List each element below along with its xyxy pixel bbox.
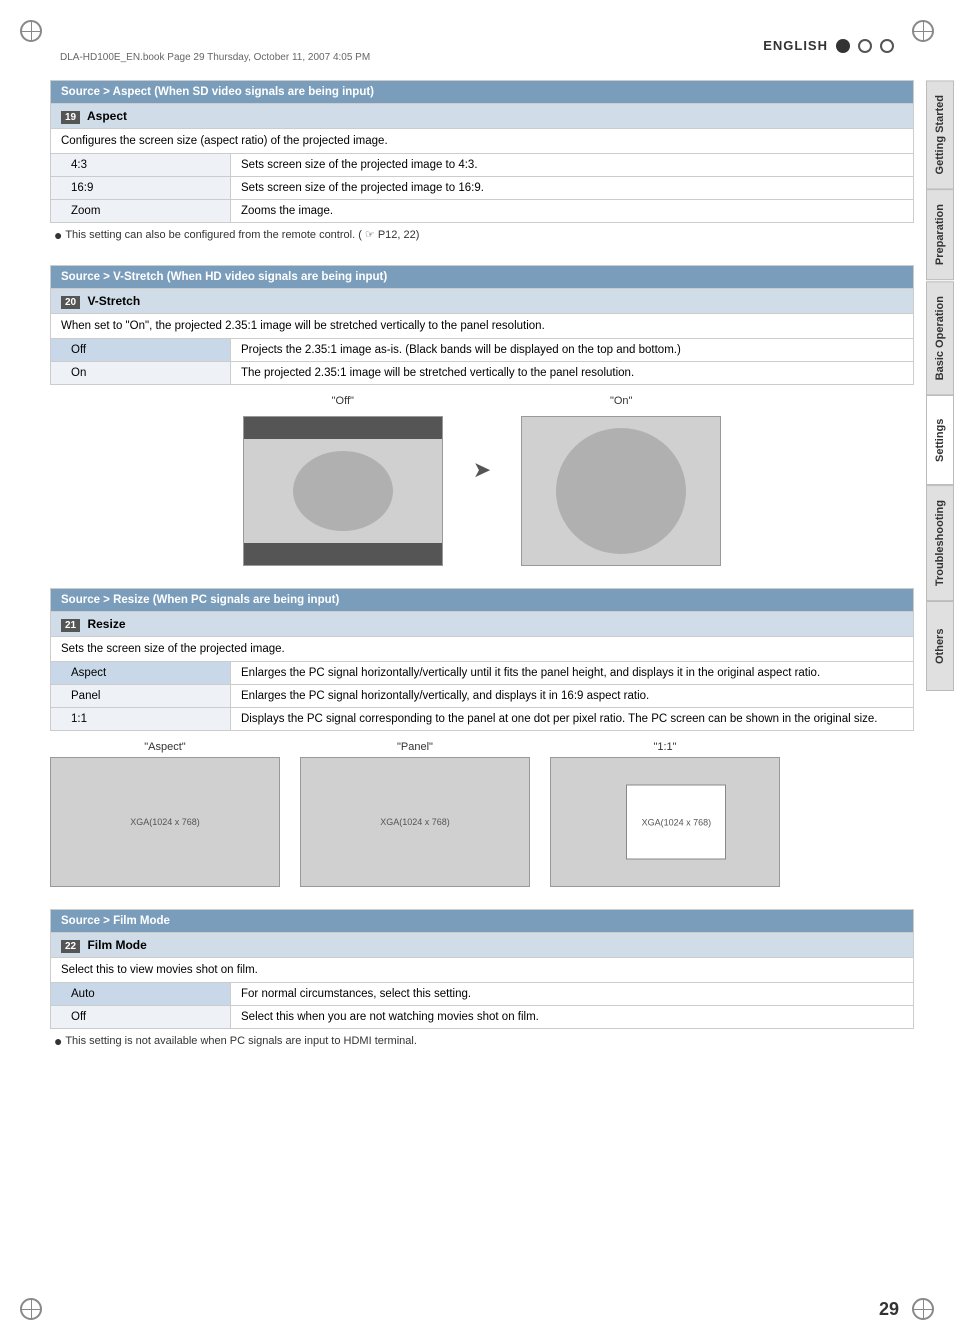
filmmode-off-desc: Select this when you are not watching mo… — [231, 1006, 914, 1029]
section-filmmode: Source > Film Mode 22 Film Mode Select t… — [50, 909, 914, 1049]
resize-aspect-diagram: "Aspect" XGA(1024 x 768) — [50, 741, 280, 887]
vstretch-off-image — [243, 416, 443, 566]
resize-number: 21 — [61, 619, 80, 632]
resize-11-xga: XGA(1024 x 768) — [642, 817, 712, 827]
vstretch-header: Source > V-Stretch (When HD video signal… — [51, 266, 914, 289]
corner-mark-bl — [20, 1298, 42, 1320]
resize-title-text: Resize — [87, 617, 125, 631]
vstretch-off-diagram: "Off" — [243, 395, 443, 566]
aspect-option-169-desc: Sets screen size of the projected image … — [231, 177, 914, 200]
resize-panel-xga: XGA(1024 x 768) — [380, 817, 450, 827]
vstretch-off-diagram-label: "Off" — [332, 395, 354, 407]
filmmode-desc: Select this to view movies shot on film. — [51, 958, 914, 983]
tab-preparation[interactable]: Preparation — [926, 189, 954, 280]
filmmode-auto-label: Auto — [51, 983, 231, 1006]
aspect-option-zoom-label: Zoom — [51, 200, 231, 223]
bullet-icon: ● — [54, 227, 62, 243]
filepath: DLA-HD100E_EN.book Page 29 Thursday, Oct… — [60, 52, 370, 63]
vstretch-off-desc: Projects the 2.35:1 image as-is. (Black … — [231, 339, 914, 362]
tab-basic-operation[interactable]: Basic Operation — [926, 281, 954, 395]
resize-aspect-label: Aspect — [51, 662, 231, 685]
section-resize: Source > Resize (When PC signals are bei… — [50, 588, 914, 887]
aspect-header: Source > Aspect (When SD video signals a… — [51, 81, 914, 104]
filmmode-bullet-icon: ● — [54, 1033, 62, 1049]
vstretch-title-text: V-Stretch — [87, 294, 140, 308]
filmmode-note: ● This setting is not available when PC … — [50, 1033, 914, 1049]
corner-mark-tl — [20, 20, 42, 42]
vstretch-on-diagram-label: "On" — [610, 395, 632, 407]
aspect-title-text: Aspect — [87, 109, 127, 123]
resize-11-diagram-label: "1:1" — [653, 741, 676, 753]
aspect-number: 19 — [61, 111, 80, 124]
filmmode-auto-desc: For normal circumstances, select this se… — [231, 983, 914, 1006]
filmmode-title: 22 Film Mode — [51, 933, 914, 958]
dot-empty-1 — [858, 39, 872, 53]
resize-11-desc: Displays the PC signal corresponding to … — [231, 708, 914, 731]
resize-aspect-desc: Enlarges the PC signal horizontally/vert… — [231, 662, 914, 685]
resize-panel-image: XGA(1024 x 768) — [300, 757, 530, 887]
resize-diagrams: "Aspect" XGA(1024 x 768) "Panel" XGA(102… — [50, 741, 914, 887]
corner-mark-br — [912, 1298, 934, 1320]
tab-troubleshooting[interactable]: Troubleshooting — [926, 485, 954, 601]
resize-panel-diagram-label: "Panel" — [397, 741, 433, 753]
dot-empty-2 — [880, 39, 894, 53]
filmmode-header: Source > Film Mode — [51, 910, 914, 933]
aspect-option-169-label: 16:9 — [51, 177, 231, 200]
resize-aspect-xga: XGA(1024 x 768) — [130, 817, 200, 827]
resize-11-label: 1:1 — [51, 708, 231, 731]
aspect-note: ● This setting can also be configured fr… — [50, 227, 914, 243]
vstretch-diagrams: "Off" ➤ "On" — [50, 395, 914, 566]
tab-settings[interactable]: Settings — [926, 395, 954, 485]
aspect-option-43-desc: Sets screen size of the projected image … — [231, 154, 914, 177]
language-label: ENGLISH — [763, 38, 828, 53]
page-number: 29 — [879, 1299, 899, 1320]
corner-mark-tr — [912, 20, 934, 42]
page-header: ENGLISH — [763, 38, 894, 53]
resize-panel-desc: Enlarges the PC signal horizontally/vert… — [231, 685, 914, 708]
resize-11-diagram: "1:1" XGA(1024 x 768) — [550, 741, 780, 887]
dot-filled — [836, 39, 850, 53]
resize-header: Source > Resize (When PC signals are bei… — [51, 589, 914, 612]
filmmode-off-label: Off — [51, 1006, 231, 1029]
tab-others[interactable]: Others — [926, 601, 954, 691]
tab-getting-started[interactable]: Getting Started — [926, 80, 954, 189]
aspect-option-zoom-desc: Zooms the image. — [231, 200, 914, 223]
resize-aspect-diagram-label: "Aspect" — [144, 741, 185, 753]
resize-panel-label: Panel — [51, 685, 231, 708]
main-content: Source > Aspect (When SD video signals a… — [50, 80, 914, 1280]
vstretch-on-diagram: "On" — [521, 395, 721, 566]
vstretch-desc: When set to "On", the projected 2.35:1 i… — [51, 314, 914, 339]
filmmode-number: 22 — [61, 940, 80, 953]
vstretch-on-image — [521, 416, 721, 566]
aspect-desc: Configures the screen size (aspect ratio… — [51, 129, 914, 154]
arrow-right-icon: ➤ — [473, 395, 491, 545]
resize-desc: Sets the screen size of the projected im… — [51, 637, 914, 662]
resize-title: 21 Resize — [51, 612, 914, 637]
filmmode-title-text: Film Mode — [87, 938, 146, 952]
vstretch-off-label: Off — [51, 339, 231, 362]
vstretch-title: 20 V-Stretch — [51, 289, 914, 314]
resize-aspect-image: XGA(1024 x 768) — [50, 757, 280, 887]
section-aspect: Source > Aspect (When SD video signals a… — [50, 80, 914, 243]
resize-11-image: XGA(1024 x 768) — [550, 757, 780, 887]
vstretch-number: 20 — [61, 296, 80, 309]
resize-panel-diagram: "Panel" XGA(1024 x 768) — [300, 741, 530, 887]
section-vstretch: Source > V-Stretch (When HD video signal… — [50, 265, 914, 566]
aspect-option-43-label: 4:3 — [51, 154, 231, 177]
vstretch-on-desc: The projected 2.35:1 image will be stret… — [231, 362, 914, 385]
vstretch-on-label: On — [51, 362, 231, 385]
aspect-title: 19 Aspect — [51, 104, 914, 129]
side-tabs: Getting Started Preparation Basic Operat… — [926, 80, 954, 691]
